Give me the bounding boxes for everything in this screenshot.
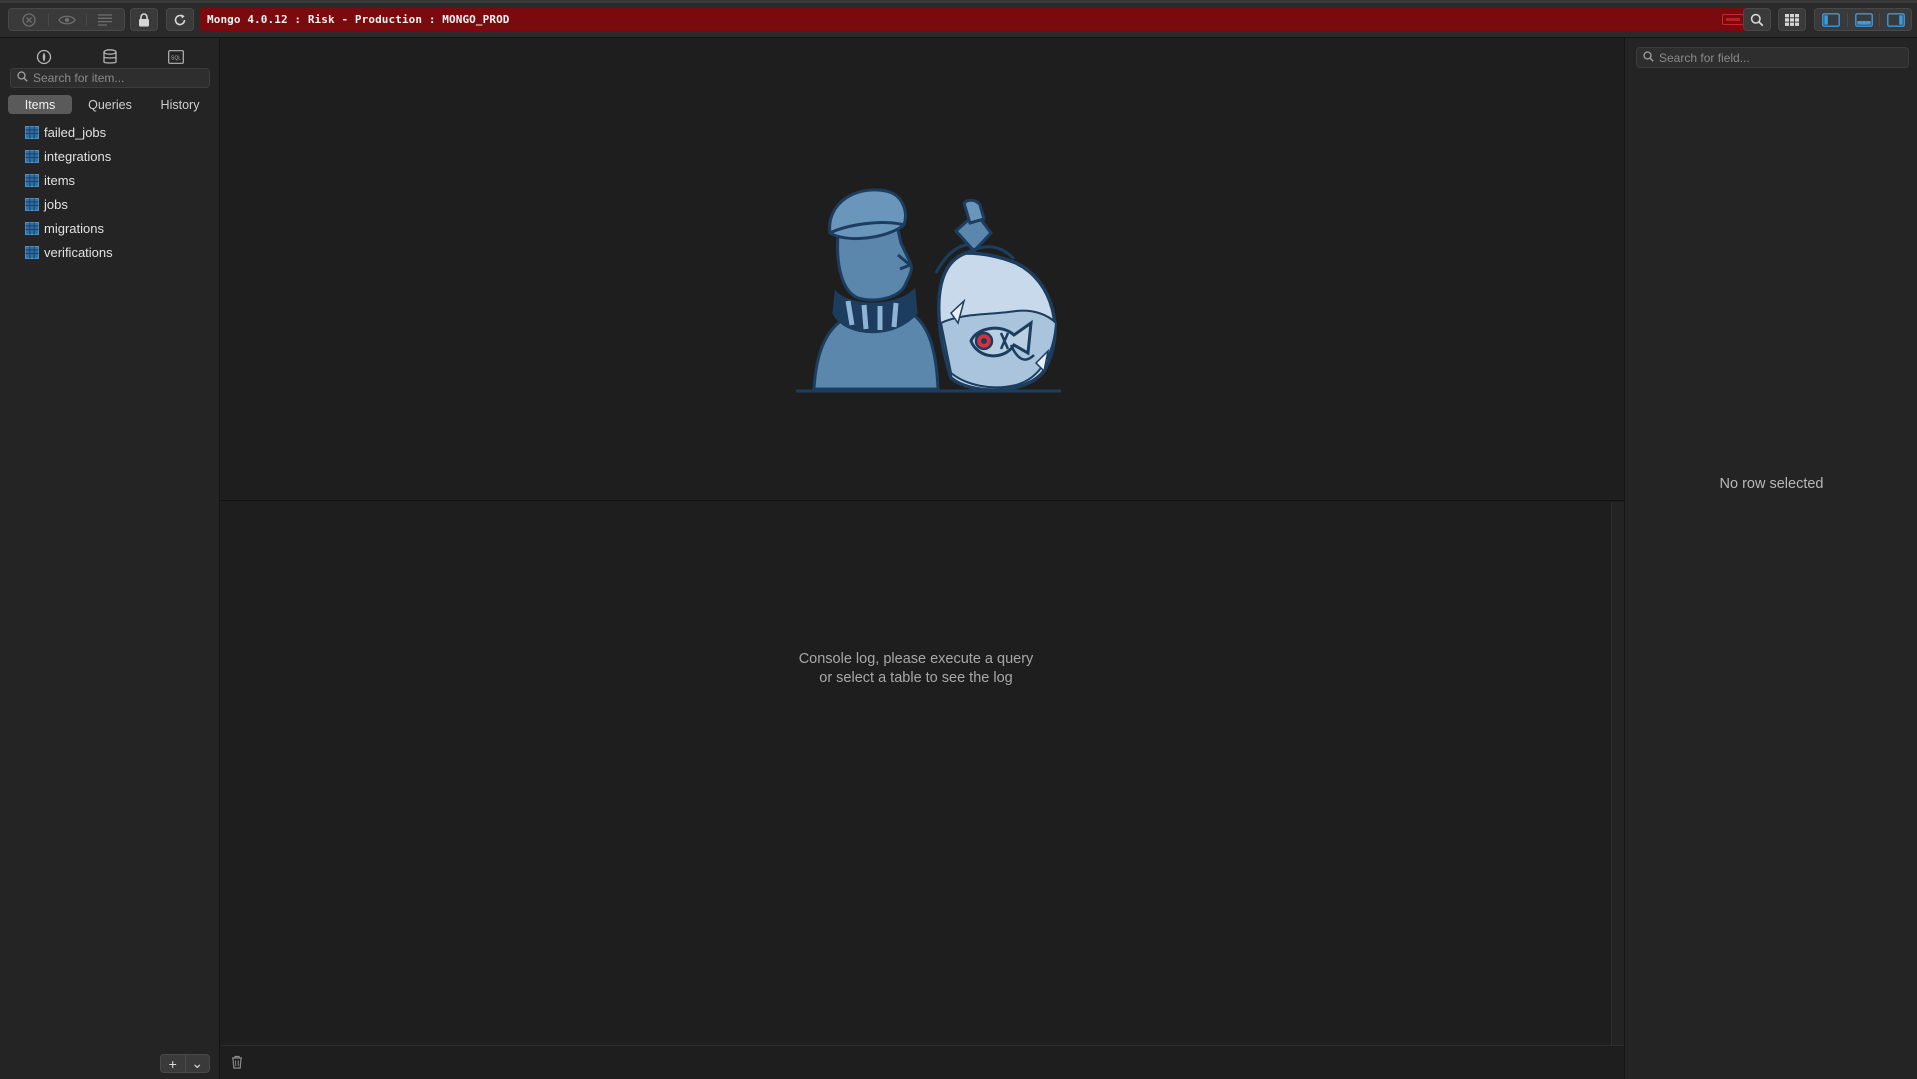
layout-left-icon[interactable] bbox=[1815, 12, 1847, 27]
refresh-button[interactable] bbox=[166, 8, 194, 31]
empty-state-illustration bbox=[796, 188, 1061, 393]
table-icon bbox=[25, 125, 39, 139]
search-icon bbox=[1643, 49, 1654, 67]
collection-item-migrations[interactable]: migrations bbox=[0, 216, 220, 240]
collection-item-jobs[interactable]: jobs bbox=[0, 192, 220, 216]
console-log-panel: Console log, please execute a query or s… bbox=[221, 502, 1611, 1045]
trash-icon[interactable] bbox=[231, 1055, 243, 1074]
search-icon bbox=[1750, 13, 1764, 27]
refresh-icon bbox=[173, 13, 187, 27]
database-icon[interactable] bbox=[100, 48, 120, 66]
console-footer bbox=[221, 1045, 1624, 1079]
field-inspector-panel: No row selected bbox=[1624, 38, 1917, 1079]
add-item-button[interactable]: + bbox=[161, 1055, 186, 1072]
collection-label: integrations bbox=[44, 148, 112, 164]
layout-bottom-icon[interactable] bbox=[1847, 12, 1879, 27]
sidebar-icon-bar: SQL bbox=[0, 42, 220, 70]
toolbar-left-group bbox=[8, 8, 125, 31]
collection-item-items[interactable]: items bbox=[0, 168, 220, 192]
field-search-input[interactable] bbox=[1659, 50, 1899, 65]
layout-toggle-group bbox=[1814, 8, 1912, 31]
lock-icon bbox=[138, 12, 150, 27]
add-menu-chevron-icon[interactable]: ⌄ bbox=[186, 1055, 210, 1072]
collection-label: failed_jobs bbox=[44, 124, 107, 140]
toolbar: Mongo 4.0.12 : Risk - Production : MONGO… bbox=[0, 0, 1917, 38]
console-message-line2: or select a table to see the log bbox=[819, 670, 1013, 686]
collection-list: failed_jobs integrations items jobs migr… bbox=[0, 120, 220, 264]
grid-button[interactable] bbox=[1778, 8, 1806, 31]
search-icon bbox=[17, 69, 28, 87]
sql-icon[interactable]: SQL bbox=[166, 48, 186, 66]
table-icon bbox=[25, 245, 39, 259]
collection-item-integrations[interactable]: integrations bbox=[0, 144, 220, 168]
collection-label: jobs bbox=[44, 196, 68, 212]
collection-label: verifications bbox=[44, 244, 113, 260]
grid-icon bbox=[1785, 13, 1799, 26]
search-button[interactable] bbox=[1743, 8, 1771, 31]
environment-badge-icon bbox=[1722, 14, 1744, 25]
table-icon bbox=[25, 221, 39, 235]
sidebar-tabs: Items Queries History bbox=[8, 95, 212, 114]
sidebar: SQL Items Queries History failed_jobs in… bbox=[0, 38, 220, 1079]
connection-icon[interactable] bbox=[34, 48, 54, 66]
collection-item-verifications[interactable]: verifications bbox=[0, 240, 220, 264]
console-empty-message: Console log, please execute a query or s… bbox=[221, 650, 1611, 688]
table-icon bbox=[25, 173, 39, 187]
table-icon bbox=[25, 149, 39, 163]
field-search-box[interactable] bbox=[1636, 47, 1909, 68]
tab-history[interactable]: History bbox=[148, 95, 212, 114]
connection-bar[interactable]: Mongo 4.0.12 : Risk - Production : MONGO… bbox=[200, 8, 1754, 31]
no-row-selected-message: No row selected bbox=[1719, 476, 1824, 492]
collection-label: items bbox=[44, 172, 76, 188]
add-item-control: + ⌄ bbox=[160, 1054, 210, 1073]
close-circle-icon[interactable] bbox=[10, 12, 48, 28]
layout-right-icon[interactable] bbox=[1879, 12, 1911, 27]
tab-items[interactable]: Items bbox=[8, 95, 72, 114]
content-area bbox=[221, 38, 1624, 501]
sql-icon-text: SQL bbox=[171, 55, 181, 61]
eye-icon[interactable] bbox=[47, 13, 86, 26]
lock-button[interactable] bbox=[130, 8, 158, 31]
collection-item-failed-jobs[interactable]: failed_jobs bbox=[0, 120, 220, 144]
item-search-box[interactable] bbox=[10, 68, 210, 88]
connection-title: Mongo 4.0.12 : Risk - Production : MONGO… bbox=[207, 13, 510, 26]
table-icon bbox=[25, 197, 39, 211]
collection-label: migrations bbox=[44, 220, 104, 236]
tab-queries[interactable]: Queries bbox=[78, 95, 142, 114]
console-scrollbar[interactable] bbox=[1611, 502, 1624, 1045]
console-message-line1: Console log, please execute a query bbox=[798, 651, 1034, 667]
list-icon[interactable] bbox=[85, 13, 124, 26]
item-search-input[interactable] bbox=[33, 71, 203, 85]
